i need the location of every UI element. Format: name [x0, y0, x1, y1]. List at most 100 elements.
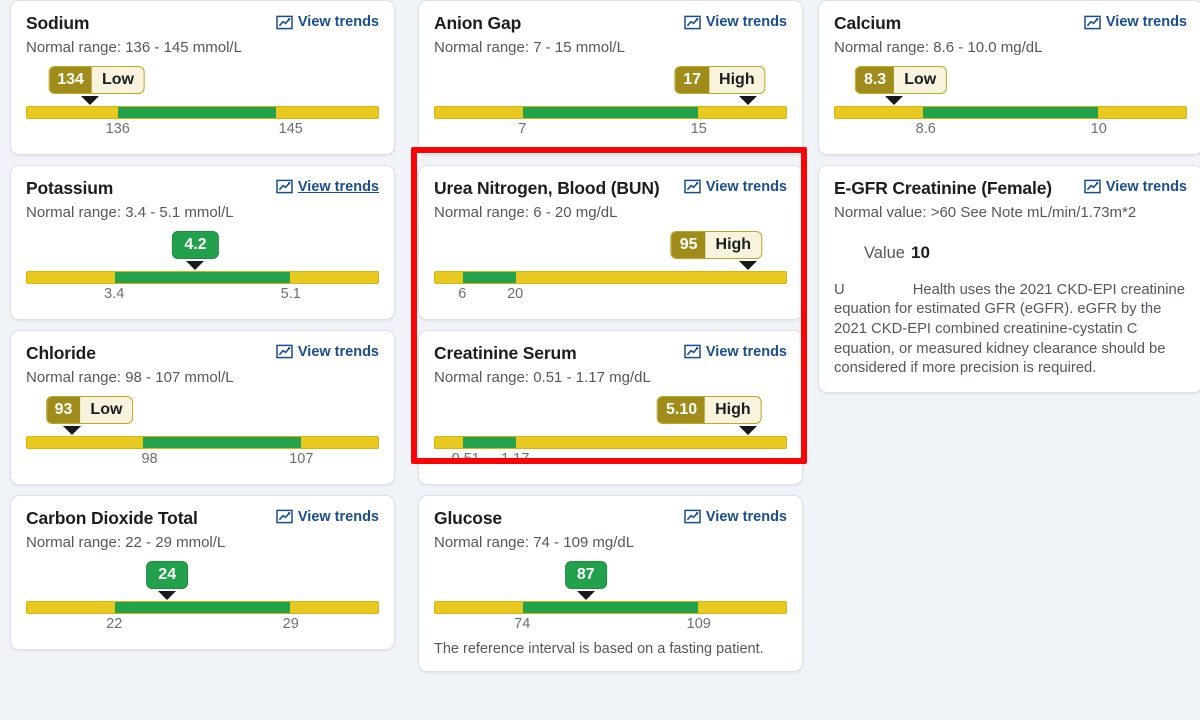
gauge: 93 Low 98 107	[26, 395, 379, 471]
gauge: 8.3 Low 8.6 10	[834, 65, 1187, 141]
range-tick-row: 7 15	[434, 121, 787, 141]
card-header: Creatinine Serum View trends	[434, 343, 787, 363]
egfr-note-prefix: U	[834, 281, 845, 298]
result-badge: 95 High	[670, 230, 763, 259]
result-value: 4.2	[184, 235, 207, 253]
range-tick-row: 98 107	[26, 451, 379, 471]
range-tick: 74	[514, 615, 531, 632]
status-badge: High	[715, 235, 752, 253]
normal-range-band	[522, 601, 699, 613]
view-trends-label: View trends	[297, 343, 379, 360]
egfr-note: U Health uses the 2021 CKD-EPI creatinine…	[834, 281, 1187, 379]
badge-row: 17 High	[434, 65, 787, 106]
range-tick-row: 6 20	[434, 286, 787, 306]
view-trends-link[interactable]: View trends	[684, 178, 787, 195]
card-header: Calcium View trends	[834, 13, 1187, 33]
view-trends-link[interactable]: View trends	[276, 508, 379, 525]
normal-range-text: Normal value: >60 See Note mL/min/1.73m*…	[834, 204, 1137, 221]
card-title: Chloride	[26, 342, 96, 363]
view-trends-link[interactable]: View trends	[1084, 178, 1187, 195]
gauge: 134 Low 136 145	[26, 65, 379, 141]
range-tick: 22	[106, 615, 123, 632]
lab-result-card: Carbon Dioxide Total View trends Normal ra…	[10, 494, 395, 650]
card-header: Potassium View trends	[26, 178, 379, 198]
result-badge: 8.3 Low	[854, 65, 948, 94]
range-bar	[434, 105, 787, 119]
card-header: Sodium View trends	[26, 13, 379, 33]
lab-result-card: Calcium View trends Normal range: 8.6 - 10…	[818, 0, 1200, 155]
status-badge: Low	[904, 70, 937, 88]
gauge: 24 22 29	[26, 560, 379, 636]
range-tick: 20	[507, 285, 524, 302]
value-pointer	[62, 425, 81, 435]
lab-result-card: Glucose View trends Normal range: 74 - 109…	[418, 494, 803, 673]
egfr-note-body: Health uses the 2021 CKD-EPI creatinine …	[834, 281, 1185, 377]
lab-result-card: Sodium View trends Normal range: 136 - 145…	[10, 0, 395, 155]
normal-range-band	[463, 271, 516, 283]
result-value: 17	[675, 66, 710, 93]
view-trends-link[interactable]: View trends	[684, 508, 787, 525]
result-value: 5.10	[657, 396, 706, 423]
gauge: 17 High 7 15	[434, 65, 787, 141]
lab-result-card: Potassium View trends Normal range: 3.4 - …	[10, 164, 395, 320]
lab-result-card: Chloride View trends Normal range: 98 - 10…	[10, 329, 395, 485]
line-chart-icon	[276, 180, 293, 194]
card-title: E-GFR Creatinine (Female)	[834, 177, 1052, 198]
badge-row: 95 High	[434, 230, 787, 271]
lab-result-card: Urea Nitrogen, Blood (BUN) View trends Nor…	[418, 164, 803, 320]
line-chart-icon	[276, 509, 293, 524]
card-header: Anion Gap View trends	[434, 13, 787, 33]
range-tick: 0.51	[451, 450, 480, 467]
results-column-1: Sodium View trends Normal range: 136 - 145…	[10, 0, 395, 660]
view-trends-label: View trends	[1105, 14, 1187, 30]
normal-range-text: Normal range: 136 - 145 mmol/L	[26, 39, 242, 57]
results-column-2: Anion Gap View trends Normal range: 7 - 15…	[418, 0, 803, 682]
view-trends-link[interactable]: View trends	[684, 13, 787, 30]
view-trends-link[interactable]: View trends	[684, 343, 787, 360]
range-tick-row: 8.6 10	[834, 121, 1187, 141]
value-pointer	[576, 590, 595, 600]
card-header: Glucose View trends	[434, 508, 787, 528]
result-badge: 87	[564, 560, 607, 589]
normal-range-band	[463, 436, 516, 448]
view-trends-link[interactable]: View trends	[276, 13, 379, 30]
range-bar	[26, 270, 379, 284]
range-tick: 7	[518, 120, 527, 137]
range-tick: 10	[1090, 120, 1107, 137]
line-chart-icon	[276, 344, 293, 359]
view-trends-link[interactable]: View trends	[276, 178, 379, 195]
view-trends-link[interactable]: View trends	[1084, 13, 1187, 30]
gauge: 87 74 109	[434, 560, 787, 636]
normal-range-text: Normal range: 98 - 107 mmol/L	[26, 368, 234, 386]
egfr-value: 10	[910, 242, 930, 262]
status-badge: Low	[101, 70, 134, 88]
value-pointer	[186, 260, 205, 270]
normal-range-text: Normal range: 3.4 - 5.1 mmol/L	[26, 204, 234, 221]
normal-range-text: Normal range: 22 - 29 mmol/L	[26, 533, 226, 551]
result-value: 134	[49, 66, 92, 93]
view-trends-link[interactable]: View trends	[276, 343, 379, 360]
range-tick-row: 0.51 1.17	[434, 451, 787, 471]
range-tick-row: 74 109	[434, 616, 787, 636]
status-badge: High	[719, 70, 755, 88]
value-pointer	[739, 425, 758, 435]
card-title: Potassium	[26, 177, 114, 198]
line-chart-icon	[684, 180, 701, 194]
result-badge: 5.10 High	[656, 395, 762, 424]
card-footnote: The reference interval is based on a fas…	[434, 640, 764, 657]
card-title: Creatinine Serum	[434, 342, 577, 363]
range-bar	[434, 270, 787, 284]
value-pointer	[158, 590, 177, 600]
view-trends-label: View trends	[705, 178, 787, 195]
range-bar	[26, 600, 379, 614]
badge-row: 134 Low	[26, 65, 379, 106]
gauge: 4.2 3.4 5.1	[26, 230, 379, 306]
result-value: 8.3	[855, 66, 895, 93]
badge-row: 8.3 Low	[834, 65, 1187, 106]
range-bar	[26, 435, 379, 449]
view-trends-label: View trends	[705, 14, 787, 30]
range-tick: 98	[141, 450, 158, 467]
normal-range-band	[522, 106, 699, 118]
normal-range-band	[142, 436, 301, 448]
result-badge: 4.2	[172, 230, 219, 259]
